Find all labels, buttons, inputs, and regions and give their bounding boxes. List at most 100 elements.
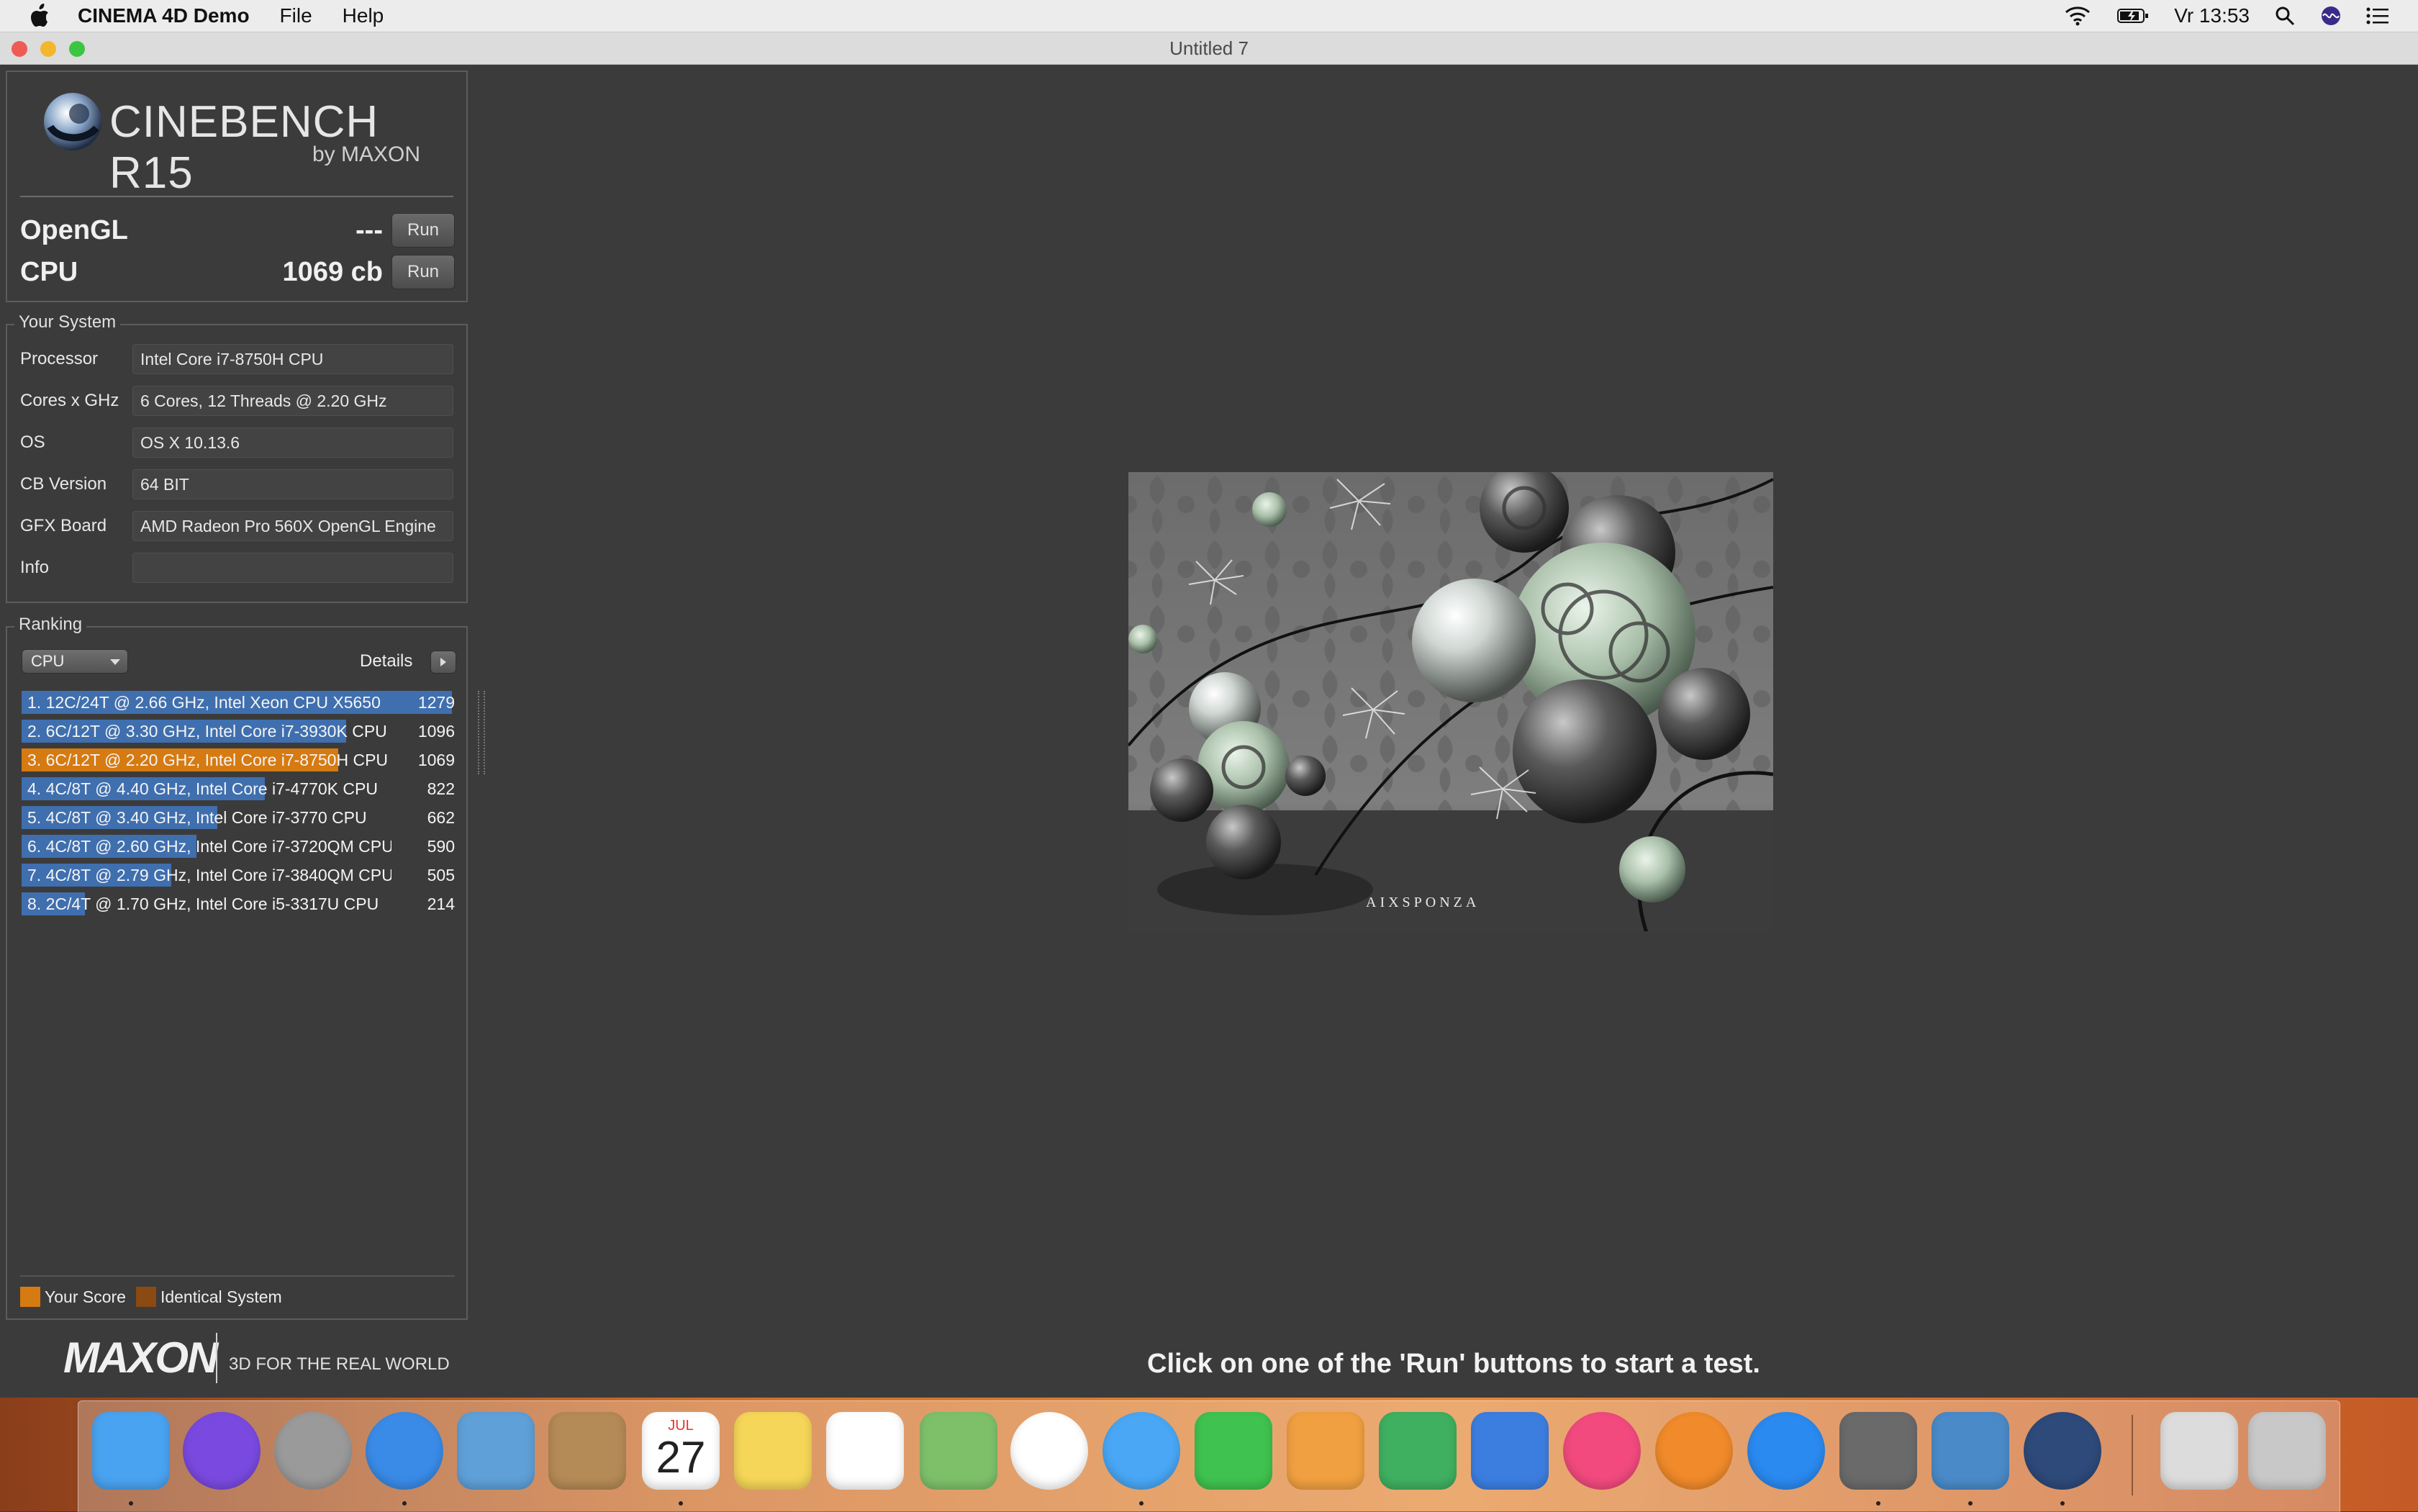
ranking-row[interactable]: 3. 6C/12T @ 2.20 GHz, Intel Core i7-8750… <box>22 746 461 774</box>
opengl-score: --- <box>356 214 383 245</box>
ranking-type-dropdown[interactable]: CPU <box>22 649 128 674</box>
your-system-group: Your System Processor Intel Core i7-8750… <box>6 312 468 603</box>
siri-icon[interactable] <box>183 1412 261 1490</box>
close-window-button[interactable] <box>12 41 27 57</box>
mail-icon[interactable] <box>457 1412 535 1490</box>
ranking-row-score: 1069 <box>417 751 455 769</box>
system-preferences-icon[interactable] <box>1839 1412 1917 1490</box>
details-label: Details <box>360 651 413 671</box>
ranking-row-label: 3. 6C/12T @ 2.20 GHz, Intel Core i7-8750… <box>27 751 389 769</box>
details-toggle-button[interactable] <box>430 651 456 674</box>
opengl-label: OpenGL <box>20 214 128 245</box>
facetime-icon[interactable] <box>1195 1412 1272 1490</box>
cinebench-logo-icon <box>44 93 101 150</box>
notification-center-icon[interactable] <box>2366 6 2389 25</box>
info-row: Info <box>20 551 453 584</box>
menu-bar: CINEMA 4D Demo File Help Vr 13:53 <box>0 0 2418 32</box>
info-field[interactable] <box>132 553 453 583</box>
ranking-row[interactable]: 4. 4C/8T @ 4.40 GHz, Intel Core i7-4770K… <box>22 774 461 803</box>
ranking-row-score: 590 <box>427 837 455 856</box>
ranking-row-label: 8. 2C/4T @ 1.70 GHz, Intel Core i5-3317U… <box>27 895 379 913</box>
cpu-run-button[interactable]: Run <box>391 255 455 289</box>
menu-clock[interactable]: Vr 13:53 <box>2174 4 2250 27</box>
status-message: Click on one of the 'Run' buttons to sta… <box>1147 1349 1760 1379</box>
cores-label: Cores x GHz <box>20 391 119 410</box>
launchpad-icon[interactable] <box>274 1412 352 1490</box>
window-title: Untitled 7 <box>1169 37 1249 59</box>
gfx-board-field[interactable]: AMD Radeon Pro 560X OpenGL Engine <box>132 511 453 541</box>
cpu-benchmark-row: CPU 1069 cb Run <box>20 253 455 291</box>
ranking-group: Ranking CPU Details 1. 12C/24T @ 2.66 GH… <box>6 615 468 1320</box>
contacts-icon[interactable] <box>548 1412 626 1490</box>
app-name-menu[interactable]: CINEMA 4D Demo <box>78 4 250 27</box>
your-score-swatch <box>20 1287 40 1307</box>
os-field[interactable]: OS X 10.13.6 <box>132 427 453 458</box>
cores-field[interactable]: 6 Cores, 12 Threads @ 2.20 GHz <box>132 386 453 416</box>
file-menu[interactable]: File <box>280 4 312 27</box>
cinebench-icon[interactable] <box>2024 1412 2101 1490</box>
photos-icon[interactable] <box>1010 1412 1088 1490</box>
ranking-row-label: 1. 12C/24T @ 2.66 GHz, Intel Xeon CPU X5… <box>27 693 381 712</box>
maps-icon[interactable] <box>920 1412 997 1490</box>
keynote-icon[interactable] <box>1471 1412 1549 1490</box>
running-indicator <box>1876 1501 1880 1506</box>
messages-icon[interactable] <box>1102 1412 1180 1490</box>
ranking-row[interactable]: 8. 2C/4T @ 1.70 GHz, Intel Core i5-3317U… <box>22 889 461 918</box>
notes-icon[interactable] <box>734 1412 812 1490</box>
minimize-window-button[interactable] <box>40 41 56 57</box>
ranking-legend: Your Score Identical System <box>20 1287 282 1307</box>
maxon-tagline: 3D FOR THE REAL WORLD <box>229 1354 450 1374</box>
ranking-row-label: 2. 6C/12T @ 3.30 GHz, Intel Core i7-3930… <box>27 722 387 741</box>
maxon-logo-divider <box>216 1333 217 1383</box>
os-row: OS OS X 10.13.6 <box>20 426 453 459</box>
cb-version-row: CB Version 64 BIT <box>20 468 453 501</box>
info-label: Info <box>20 558 50 577</box>
identical-system-legend: Identical System <box>160 1287 282 1306</box>
downloads-stack-icon[interactable] <box>2160 1412 2238 1490</box>
siri-menu-icon[interactable] <box>2320 5 2342 27</box>
trash-icon[interactable] <box>2248 1412 2326 1490</box>
ranking-row-score: 662 <box>427 808 455 827</box>
finder-icon[interactable] <box>92 1412 170 1490</box>
your-system-title: Your System <box>14 312 121 332</box>
render-viewport: AIXSPONZA <box>1128 472 1773 931</box>
ranking-row[interactable]: 6. 4C/8T @ 2.60 GHz, Intel Core i7-3720Q… <box>22 832 461 861</box>
ranking-row[interactable]: 7. 4C/8T @ 2.79 GHz, Intel Core i7-3840Q… <box>22 861 461 889</box>
app-store-icon[interactable] <box>1747 1412 1825 1490</box>
maxon-logo: MAXON <box>63 1334 218 1382</box>
help-menu[interactable]: Help <box>343 4 384 27</box>
safari-icon[interactable] <box>366 1412 443 1490</box>
processor-row: Processor Intel Core i7-8750H CPU <box>20 343 453 376</box>
ranking-row[interactable]: 1. 12C/24T @ 2.66 GHz, Intel Xeon CPU X5… <box>22 688 461 717</box>
processor-field[interactable]: Intel Core i7-8750H CPU <box>132 344 453 374</box>
ranking-row[interactable]: 5. 4C/8T @ 3.40 GHz, Intel Core i7-3770 … <box>22 803 461 832</box>
ranking-row-score: 822 <box>427 779 455 798</box>
cpu-label: CPU <box>20 256 78 287</box>
calendar-day: 27 <box>656 1433 706 1482</box>
gfx-board-row: GFX Board AMD Radeon Pro 560X OpenGL Eng… <box>20 510 453 543</box>
logo-byline: by MAXON <box>312 142 421 166</box>
rendered-scene-image: AIXSPONZA <box>1128 472 1773 931</box>
numbers-icon[interactable] <box>1379 1412 1457 1490</box>
itunes-icon[interactable] <box>1563 1412 1641 1490</box>
running-indicator <box>129 1501 133 1506</box>
istat-icon[interactable] <box>1932 1412 2009 1490</box>
dock-separator <box>2132 1415 2133 1495</box>
wifi-icon[interactable] <box>2063 5 2092 27</box>
ranking-list: 1. 12C/24T @ 2.66 GHz, Intel Xeon CPU X5… <box>22 688 461 918</box>
battery-icon[interactable] <box>2116 7 2150 24</box>
reminders-icon[interactable] <box>826 1412 904 1490</box>
ibooks-icon[interactable] <box>1655 1412 1733 1490</box>
ranking-row[interactable]: 2. 6C/12T @ 3.30 GHz, Intel Core i7-3930… <box>22 717 461 746</box>
cb-version-field[interactable]: 64 BIT <box>132 469 453 499</box>
opengl-benchmark-row: OpenGL --- Run <box>20 212 455 249</box>
apple-menu-icon[interactable] <box>29 4 50 28</box>
opengl-run-button[interactable]: Run <box>391 213 455 248</box>
ranking-row-score: 1279 <box>417 693 455 712</box>
cpu-score: 1069 cb <box>282 256 383 287</box>
panel-splitter-handle[interactable] <box>478 691 485 774</box>
zoom-window-button[interactable] <box>69 41 85 57</box>
gfx-board-label: GFX Board <box>20 516 107 535</box>
spotlight-search-icon[interactable] <box>2274 5 2296 27</box>
pages-icon[interactable] <box>1287 1412 1364 1490</box>
